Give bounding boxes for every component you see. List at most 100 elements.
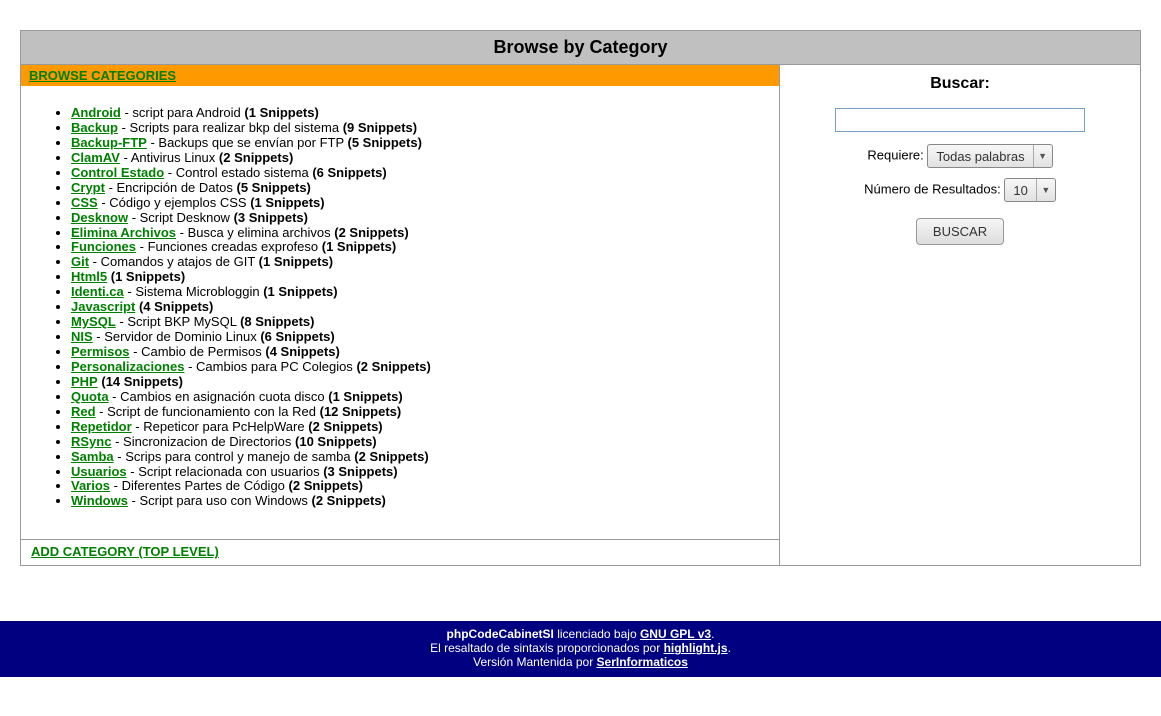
category-link[interactable]: Varios xyxy=(71,478,110,493)
footer-line-3: Versión Mantenida por SerInformaticos xyxy=(0,655,1161,669)
category-count: (5 Snippets) xyxy=(236,180,310,195)
category-item: Repetidor - Repeticor para PcHelpWare (2… xyxy=(71,420,759,435)
category-link[interactable]: Windows xyxy=(71,493,128,508)
browse-header: BROWSE CATEGORIES xyxy=(21,65,779,86)
category-item: Windows - Script para uso con Windows (2… xyxy=(71,494,759,509)
add-category-row: ADD CATEGORY (TOP LEVEL) xyxy=(21,539,779,565)
category-link[interactable]: Red xyxy=(71,404,96,419)
footer-maintained-link[interactable]: SerInformaticos xyxy=(597,655,688,669)
category-count: (3 Snippets) xyxy=(234,210,308,225)
category-desc: Funciones creadas exprofeso xyxy=(148,239,319,254)
requires-value: Todas palabras xyxy=(928,149,1032,164)
category-link[interactable]: Elimina Archivos xyxy=(71,225,176,240)
footer: phpCodeCabinetSI licenciado bajo GNU GPL… xyxy=(0,621,1161,677)
category-item: PHP (14 Snippets) xyxy=(71,375,759,390)
category-count: (2 Snippets) xyxy=(334,225,408,240)
footer-period-1: . xyxy=(711,627,714,641)
category-desc: Cambios para PC Colegios xyxy=(196,359,353,374)
category-item: Backup - Scripts para realizar bkp del s… xyxy=(71,121,759,136)
category-link[interactable]: Android xyxy=(71,105,121,120)
category-list-container: Android - script para Android (1 Snippet… xyxy=(21,86,779,539)
search-button[interactable]: BUSCAR xyxy=(916,218,1004,245)
category-item: Permisos - Cambio de Permisos (4 Snippet… xyxy=(71,345,759,360)
category-link[interactable]: ClamAV xyxy=(71,150,120,165)
category-count: (1 Snippets) xyxy=(250,195,324,210)
category-count: (2 Snippets) xyxy=(308,419,382,434)
category-link[interactable]: Permisos xyxy=(71,344,130,359)
category-item: RSync - Sincronizacion de Directorios (1… xyxy=(71,435,759,450)
category-link[interactable]: Funciones xyxy=(71,239,136,254)
category-link[interactable]: Samba xyxy=(71,449,114,464)
category-count: (4 Snippets) xyxy=(265,344,339,359)
category-desc: Sistema Microbloggin xyxy=(135,284,259,299)
category-link[interactable]: PHP xyxy=(71,374,98,389)
add-category-link[interactable]: ADD CATEGORY (TOP LEVEL) xyxy=(31,544,219,559)
category-item: Android - script para Android (1 Snippet… xyxy=(71,106,759,121)
category-count: (6 Snippets) xyxy=(260,329,334,344)
category-link[interactable]: CSS xyxy=(71,195,98,210)
category-link[interactable]: Backup xyxy=(71,120,118,135)
category-count: (6 Snippets) xyxy=(312,165,386,180)
category-link[interactable]: Control Estado xyxy=(71,165,164,180)
category-desc: script para Android xyxy=(132,105,240,120)
category-count: (5 Snippets) xyxy=(348,135,422,150)
footer-syntax-text: El resaltado de sintaxis proporcionados … xyxy=(430,641,663,655)
footer-line-1: phpCodeCabinetSI licenciado bajo GNU GPL… xyxy=(0,627,1161,641)
category-link[interactable]: Personalizaciones xyxy=(71,359,184,374)
category-link[interactable]: Repetidor xyxy=(71,419,132,434)
category-count: (8 Snippets) xyxy=(240,314,314,329)
search-input[interactable] xyxy=(835,108,1085,132)
footer-period-2: . xyxy=(728,641,731,655)
category-desc: Cambios en asignación cuota disco xyxy=(120,389,325,404)
category-count: (3 Snippets) xyxy=(323,464,397,479)
category-link[interactable]: MySQL xyxy=(71,314,116,329)
category-link[interactable]: RSync xyxy=(71,434,111,449)
category-item: Varios - Diferentes Partes de Código (2 … xyxy=(71,479,759,494)
category-count: (2 Snippets) xyxy=(289,478,363,493)
category-desc: Control estado sistema xyxy=(176,165,309,180)
category-link[interactable]: Quota xyxy=(71,389,109,404)
category-count: (10 Snippets) xyxy=(295,434,377,449)
category-desc: Script de funcionamiento con la Red xyxy=(107,404,316,419)
footer-licensed-text: licenciado bajo xyxy=(554,627,640,641)
category-count: (12 Snippets) xyxy=(320,404,402,419)
category-link[interactable]: Crypt xyxy=(71,180,105,195)
category-link[interactable]: Javascript xyxy=(71,299,135,314)
category-desc: Script Desknow xyxy=(140,210,230,225)
browse-categories-link[interactable]: BROWSE CATEGORIES xyxy=(29,68,176,83)
category-item: Usuarios - Script relacionada con usuari… xyxy=(71,465,759,480)
category-link[interactable]: Backup-FTP xyxy=(71,135,147,150)
results-select[interactable]: 10 ▼ xyxy=(1004,178,1055,202)
category-list: Android - script para Android (1 Snippet… xyxy=(41,106,759,509)
category-count: (1 Snippets) xyxy=(263,284,337,299)
left-column: BROWSE CATEGORIES Android - script para … xyxy=(21,65,780,565)
footer-license-link[interactable]: GNU GPL v3 xyxy=(640,627,711,641)
category-item: Desknow - Script Desknow (3 Snippets) xyxy=(71,211,759,226)
footer-maintained-text: Versión Mantenida por xyxy=(473,655,596,669)
category-desc: Backups que se envían por FTP xyxy=(158,135,343,150)
category-item: MySQL - Script BKP MySQL (8 Snippets) xyxy=(71,315,759,330)
category-link[interactable]: Usuarios xyxy=(71,464,127,479)
category-item: Personalizaciones - Cambios para PC Cole… xyxy=(71,360,759,375)
page-title: Browse by Category xyxy=(21,31,1140,65)
category-count: (1 Snippets) xyxy=(244,105,318,120)
category-desc: Script BKP MySQL xyxy=(127,314,236,329)
category-desc: Scripts para realizar bkp del sistema xyxy=(130,120,340,135)
category-count: (2 Snippets) xyxy=(356,359,430,374)
footer-line-2: El resaltado de sintaxis proporcionados … xyxy=(0,641,1161,655)
footer-app-name: phpCodeCabinetSI xyxy=(447,627,554,641)
category-link[interactable]: Desknow xyxy=(71,210,128,225)
search-title: Buscar: xyxy=(795,75,1125,93)
category-link[interactable]: Html5 xyxy=(71,269,107,284)
category-count: (2 Snippets) xyxy=(311,493,385,508)
footer-syntax-link[interactable]: highlight.js xyxy=(664,641,728,655)
category-link[interactable]: NIS xyxy=(71,329,93,344)
category-link[interactable]: Identi.ca xyxy=(71,284,124,299)
category-item: Crypt - Encripción de Datos (5 Snippets) xyxy=(71,181,759,196)
category-link[interactable]: Git xyxy=(71,254,89,269)
requires-row: Requiere: Todas palabras ▼ xyxy=(795,144,1125,168)
search-panel: Buscar: Requiere: Todas palabras ▼ Númer… xyxy=(780,65,1140,565)
requires-select[interactable]: Todas palabras ▼ xyxy=(927,144,1052,168)
results-value: 10 xyxy=(1005,183,1035,198)
category-desc: Script relacionada con usuarios xyxy=(138,464,319,479)
